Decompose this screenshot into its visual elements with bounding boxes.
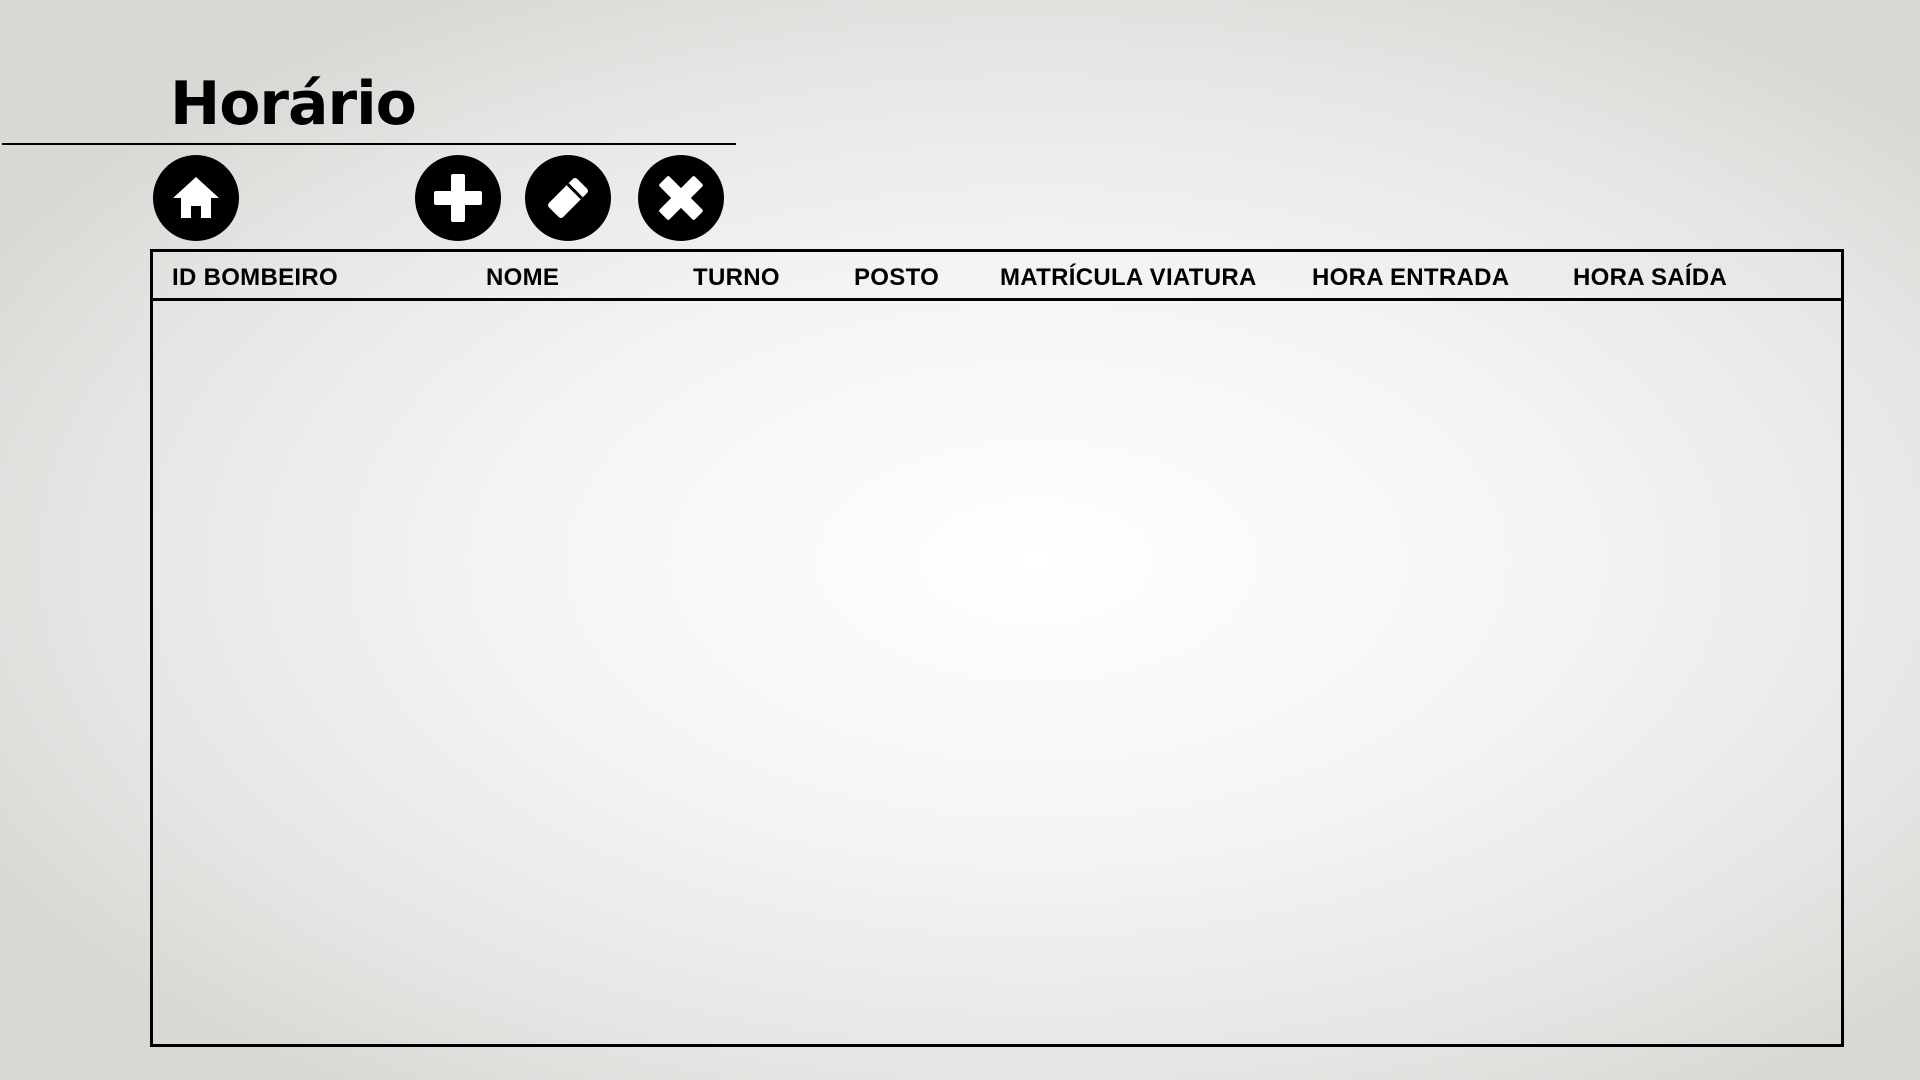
home-button[interactable] — [153, 155, 239, 241]
schedule-table: ID BOMBEIRO NOME TURNO POSTO MATRÍCULA V… — [150, 249, 1844, 1047]
column-header-id-bombeiro[interactable]: ID BOMBEIRO — [172, 264, 338, 292]
title-divider — [2, 143, 736, 145]
column-header-turno[interactable]: TURNO — [693, 264, 780, 292]
column-header-matricula-viatura[interactable]: MATRÍCULA VIATURA — [1000, 264, 1257, 292]
plus-icon — [434, 174, 482, 222]
close-icon — [659, 176, 703, 220]
delete-button[interactable] — [638, 155, 724, 241]
column-header-hora-saida[interactable]: HORA SAÍDA — [1573, 264, 1727, 292]
table-header: ID BOMBEIRO NOME TURNO POSTO MATRÍCULA V… — [153, 252, 1841, 301]
home-icon — [173, 177, 219, 218]
table-body[interactable] — [153, 301, 1841, 1044]
column-header-nome[interactable]: NOME — [486, 264, 559, 292]
column-header-hora-entrada[interactable]: HORA ENTRADA — [1312, 264, 1509, 292]
eraser-icon — [548, 178, 588, 218]
add-button[interactable] — [415, 155, 501, 241]
column-header-posto[interactable]: POSTO — [854, 264, 939, 292]
page-title: Horário — [170, 69, 417, 139]
edit-button[interactable] — [525, 155, 611, 241]
